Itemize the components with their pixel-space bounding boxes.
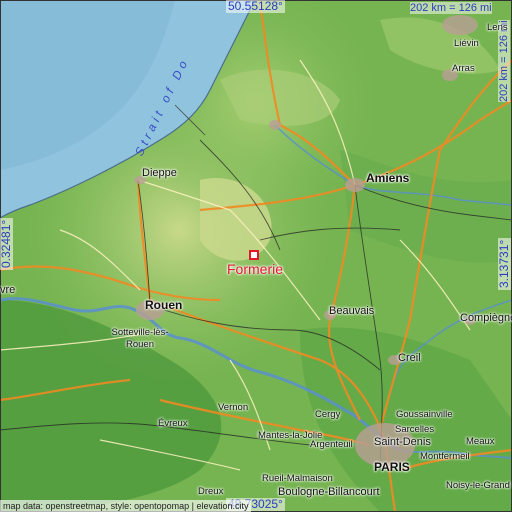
city-beauvais: Beauvais xyxy=(329,305,375,317)
city-evreux: Évreux xyxy=(158,418,188,429)
city-lens: Lens xyxy=(487,22,508,33)
city-noisy: Noisy-le-Grand xyxy=(446,480,510,491)
city-compiegne: Compiègne xyxy=(460,312,512,324)
city-lievin: Liévin xyxy=(454,38,479,49)
city-dieppe: Dieppe xyxy=(142,167,177,179)
target-label[interactable]: Formerie xyxy=(227,261,283,277)
city-boulogne: Boulogne-Billancourt xyxy=(278,486,380,498)
city-sarcelles: Sarcelles xyxy=(395,424,435,435)
city-amiens: Amiens xyxy=(366,171,410,185)
city-dreux: Dreux xyxy=(198,486,224,497)
location-marker[interactable] xyxy=(249,250,259,260)
city-sotteville: Sotteville-lès-Rouen xyxy=(111,327,169,350)
city-meaux: Meaux xyxy=(466,436,495,447)
city-vre: vre xyxy=(0,284,16,296)
city-saintdenis: Saint-Denis xyxy=(374,436,431,448)
city-vernon: Vernon xyxy=(218,402,249,413)
city-argenteuil: Argenteuil xyxy=(310,439,353,450)
attribution: map data: openstreetmap, style: opentopo… xyxy=(0,500,252,512)
city-paris: PARIS xyxy=(374,460,410,474)
coord-top: 50.55128° xyxy=(226,0,285,13)
coord-left: 0.32481° xyxy=(0,217,13,270)
city-cergy: Cergy xyxy=(315,409,341,420)
scale-horizontal: 202 km = 126 mi xyxy=(410,2,492,14)
map-canvas[interactable]: Strait of Do 50.55128° 48.73025° 0.32481… xyxy=(0,0,512,512)
city-rueil: Rueil-Malmaison xyxy=(262,473,333,484)
city-goussainville: Goussainville xyxy=(396,409,453,420)
coord-right: 3.13731° xyxy=(497,237,511,290)
city-arras: Arras xyxy=(452,63,475,74)
city-creil: Creil xyxy=(398,352,421,364)
city-montfermeil: Montfermeil xyxy=(420,451,470,462)
city-rouen: Rouen xyxy=(145,298,183,312)
